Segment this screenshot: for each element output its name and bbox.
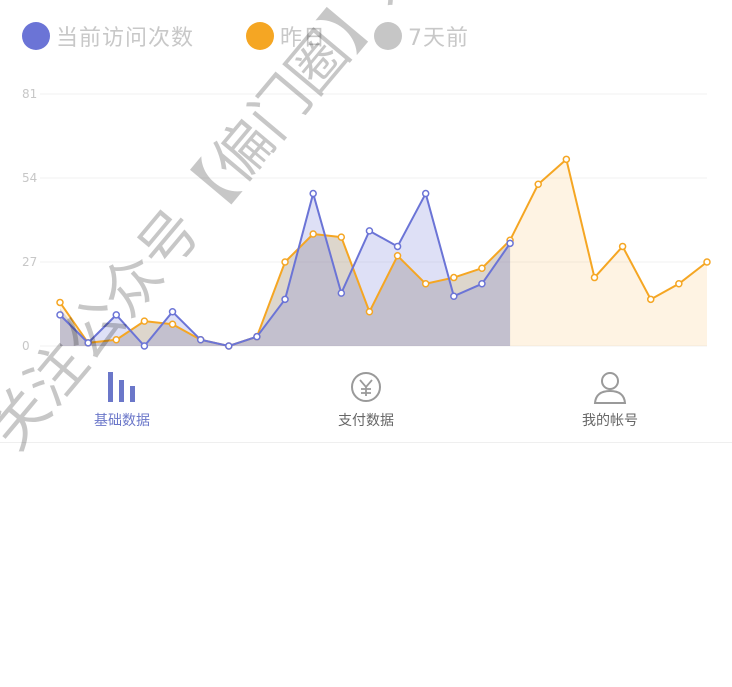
data-point-yesterday [309,230,317,238]
yuan-coin-icon [351,372,381,402]
legend-dot-icon [246,22,274,50]
y-tick-label: 0 [22,339,30,353]
legend-label: 昨日 [280,26,327,51]
legend-dot-icon [22,22,50,50]
data-point-yesterday [590,273,599,282]
y-tick-label: 54 [22,171,37,185]
data-point-yesterday [140,317,149,325]
tab-label: 我的帐号 [582,413,638,429]
data-point-yesterday [450,273,458,282]
data-point-yesterday [703,258,711,266]
data-point-yesterday [56,298,64,307]
legend-label: 当前访问次数 [56,26,195,51]
data-point-current-visits [112,311,121,319]
chart-legend: 当前访问次数 昨日 7天前 [0,0,732,70]
data-point-yesterday [646,295,655,304]
data-point-current-visits [168,308,177,316]
data-point-yesterday [478,264,486,272]
legend-item-yesterday[interactable]: 昨日 [246,18,326,54]
bottom-tab-bar: 基础数据 支付数据 我的帐号 [0,360,732,443]
data-point-yesterday [675,280,683,288]
data-point-yesterday [365,308,374,316]
data-point-current-visits [421,189,430,198]
data-point-yesterday [168,320,177,328]
visits-line-chart: 81 54 27 0 [22,87,711,353]
tab-payment-data[interactable]: 支付数据 [244,360,488,442]
data-point-current-visits [506,239,514,248]
data-point-current-visits [225,342,233,350]
data-point-current-visits [337,289,346,297]
legend-item-current-visits[interactable]: 当前访问次数 [22,18,194,54]
data-point-current-visits [56,311,64,319]
tab-basic-data[interactable]: 基础数据 [0,360,244,442]
data-point-current-visits [253,332,261,341]
data-point-yesterday [421,280,430,288]
data-point-current-visits [450,292,458,300]
tab-my-account[interactable]: 我的帐号 [488,360,732,442]
bar-chart-icon [108,372,135,402]
user-icon [593,372,627,404]
legend-label: 7天前 [408,26,469,51]
data-point-current-visits [196,336,205,344]
data-point-yesterday [337,233,346,241]
data-point-current-visits [84,339,92,347]
y-tick-label: 27 [22,255,37,269]
data-point-current-visits [393,242,402,251]
data-point-yesterday [281,258,289,266]
data-point-current-visits [140,342,149,350]
data-point-yesterday [393,252,402,260]
data-point-yesterday [618,242,627,251]
y-tick-label: 81 [22,87,37,101]
data-point-yesterday [534,180,542,188]
data-point-yesterday [562,155,571,164]
legend-item-7-days-ago[interactable]: 7天前 [374,18,469,54]
data-point-current-visits [478,280,486,288]
data-point-current-visits [281,295,289,304]
data-point-yesterday [112,336,121,344]
data-point-current-visits [365,227,374,235]
tab-label: 基础数据 [94,413,150,429]
data-point-current-visits [309,189,317,198]
legend-dot-icon [374,22,402,50]
tab-label: 支付数据 [338,413,394,429]
